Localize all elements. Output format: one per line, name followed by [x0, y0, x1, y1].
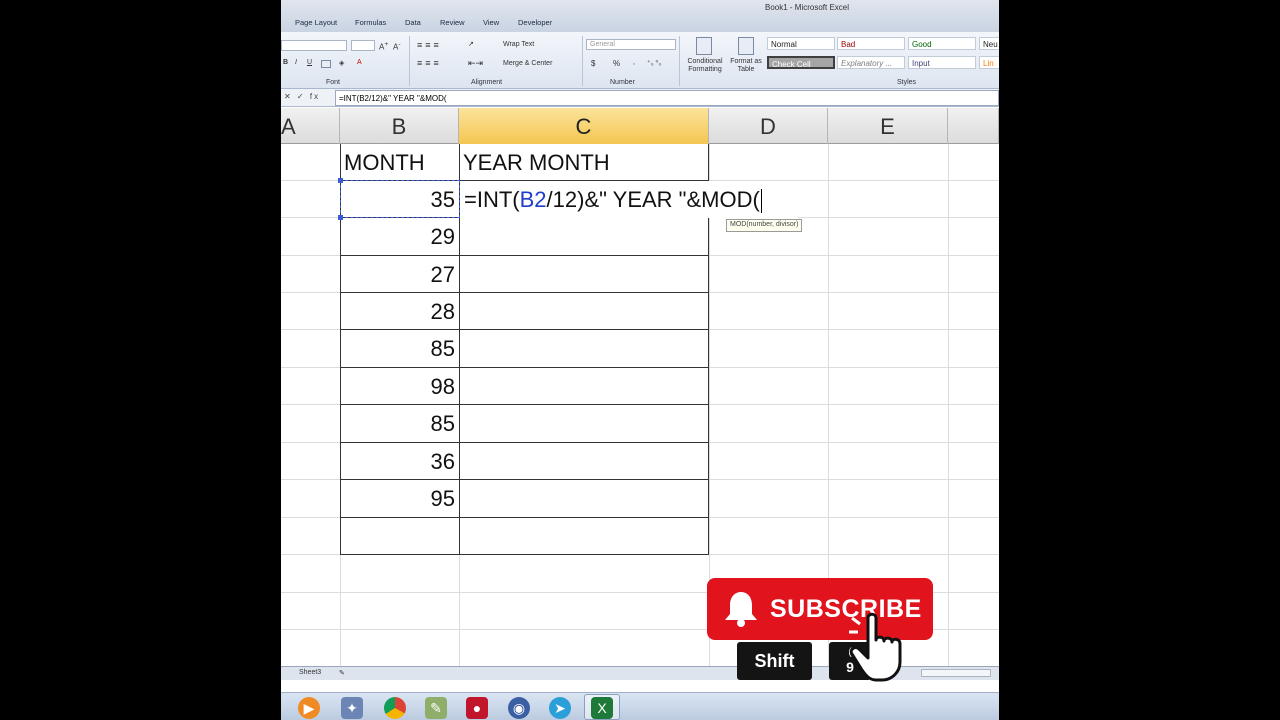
conditional-formatting-icon[interactable]	[696, 37, 712, 55]
app-icon[interactable]: ✦	[341, 697, 363, 719]
table-border-row	[340, 554, 709, 555]
tab-page-layout[interactable]: Page Layout	[295, 18, 337, 27]
cell-b3[interactable]: 29	[341, 218, 455, 255]
horizontal-align-icons[interactable]: ≡≡≡	[417, 58, 442, 68]
group-separator	[409, 36, 410, 86]
styles-group-label: Styles	[897, 79, 917, 86]
ribbon-tabs: Page Layout Formulas Data Review View De…	[281, 17, 999, 31]
formula-bar: ✕ ✓ fx =INT(B2/12)&" YEAR "&MOD(	[281, 89, 999, 107]
currency-button[interactable]: $	[591, 59, 595, 68]
text-cursor	[760, 189, 762, 214]
cell-b9[interactable]: 36	[341, 443, 455, 480]
font-group-label: Font	[326, 79, 341, 86]
style-explanatory[interactable]: Explanatory ...	[837, 56, 905, 69]
formula-bar-icons[interactable]: ✕ ✓ fx	[281, 92, 335, 104]
tab-data[interactable]: Data	[405, 18, 421, 27]
column-header-b[interactable]: B	[340, 108, 459, 144]
style-bad[interactable]: Bad	[837, 37, 905, 50]
column-headers: A B C D E	[281, 108, 999, 144]
ribbon: A+ A- B I U ◈ A Font ≡≡≡ ↗ ≡≡≡ ⇤⇥ Wrap T…	[281, 32, 999, 89]
borders-icon[interactable]	[321, 60, 331, 68]
browser-icon[interactable]: ◉	[508, 697, 530, 719]
column-header-a[interactable]: A	[281, 108, 340, 144]
column-header-c[interactable]: C	[459, 108, 709, 144]
style-input[interactable]: Input	[908, 56, 976, 69]
paint-icon[interactable]: ✎	[425, 697, 447, 719]
indent-icons[interactable]: ⇤⇥	[468, 58, 483, 69]
formula-suffix: /12)&" YEAR "&MOD(	[546, 187, 760, 212]
column-header-d[interactable]: D	[709, 108, 828, 144]
key-shift-indicator: Shift	[737, 642, 812, 680]
tab-view[interactable]: View	[483, 18, 499, 27]
style-check-cell[interactable]: Check Cell	[767, 56, 835, 69]
horizontal-scrollbar[interactable]	[921, 669, 991, 677]
style-linked[interactable]: Lin	[979, 56, 999, 69]
underline-icon[interactable]: U	[307, 59, 312, 66]
decimal-icons[interactable]: ⁺₀ ⁰₀	[647, 59, 661, 67]
pointer-hand-icon	[849, 610, 902, 682]
sheet-tab-sheet3[interactable]: Sheet3	[299, 669, 321, 676]
format-as-table-icon[interactable]	[738, 37, 754, 55]
chrome-icon[interactable]	[384, 697, 406, 719]
tab-developer[interactable]: Developer	[518, 18, 552, 27]
function-tooltip: MOD(number, divisor)	[726, 219, 803, 232]
number-format-select[interactable]: General	[586, 39, 676, 50]
cell-b7[interactable]: 98	[341, 368, 455, 405]
gridline	[948, 144, 949, 666]
media-player-icon[interactable]: ▶	[298, 697, 320, 719]
cell-b6[interactable]: 85	[341, 330, 455, 367]
alignment-group-label: Alignment	[471, 79, 503, 86]
number-group-label: Number	[610, 79, 635, 86]
percent-button[interactable]: %	[613, 59, 620, 68]
tab-review[interactable]: Review	[440, 18, 465, 27]
excel-window: Book1 - Microsoft Excel Page Layout Form…	[281, 0, 999, 720]
cell-c2-editing[interactable]: =INT(B2/12)&" YEAR "&MOD(	[460, 181, 798, 218]
orientation-icon[interactable]: ↗	[468, 40, 474, 48]
wrap-text-button[interactable]: Wrap Text	[503, 41, 534, 48]
formula-reference-b2: B2	[519, 187, 547, 212]
window-title: Book1 - Microsoft Excel	[765, 3, 850, 12]
cell-b1-header[interactable]: MONTH	[344, 144, 425, 181]
style-normal[interactable]: Normal	[767, 37, 835, 50]
style-neutral[interactable]: Neu	[979, 37, 999, 50]
font-name-box[interactable]	[281, 40, 347, 51]
formula-input[interactable]: =INT(B2/12)&" YEAR "&MOD(	[335, 90, 999, 106]
cell-b8[interactable]: 85	[341, 405, 455, 442]
fill-color-icon[interactable]: ◈	[339, 59, 344, 67]
tab-formulas[interactable]: Formulas	[355, 18, 386, 27]
formula-prefix: =INT(	[464, 187, 520, 212]
recorder-icon[interactable]: ●	[466, 697, 488, 719]
bell-icon	[725, 592, 757, 627]
font-color-icon[interactable]: A	[357, 59, 362, 66]
table-border-row	[340, 517, 709, 518]
column-header-f[interactable]	[948, 108, 999, 144]
merge-center-button[interactable]: Merge & Center	[503, 60, 552, 67]
windows-taskbar: ▶ ✦ ✎ ● ◉ ➤ X	[281, 692, 999, 720]
conditional-formatting-button[interactable]: Conditional Formatting	[683, 58, 727, 74]
column-a-label: A	[281, 114, 296, 139]
excel-icon[interactable]: X	[591, 697, 613, 719]
cell-b2[interactable]: 35	[341, 181, 455, 218]
cell-b10[interactable]: 95	[341, 480, 455, 517]
italic-icon[interactable]: I	[295, 59, 297, 66]
format-as-table-button[interactable]: Format as Table	[729, 58, 763, 74]
shrink-font-icon[interactable]: A-	[393, 41, 401, 52]
cell-c1-header[interactable]: YEAR MONTH	[463, 144, 610, 181]
cell-b5[interactable]: 28	[341, 293, 455, 330]
telegram-icon[interactable]: ➤	[549, 697, 571, 719]
comma-style-icon[interactable]: ,	[633, 59, 635, 66]
font-size-box[interactable]	[351, 40, 375, 51]
title-bar: Book1 - Microsoft Excel Page Layout Form…	[281, 0, 999, 32]
new-sheet-icon[interactable]: ✎	[339, 669, 345, 677]
vertical-align-icons[interactable]: ≡≡≡	[417, 40, 442, 50]
group-separator	[679, 36, 680, 86]
group-separator	[582, 36, 583, 86]
column-header-e[interactable]: E	[828, 108, 948, 144]
style-good[interactable]: Good	[908, 37, 976, 50]
grow-font-icon[interactable]: A+	[379, 41, 388, 52]
bold-icon[interactable]: B	[283, 59, 288, 66]
cell-b4[interactable]: 27	[341, 256, 455, 293]
